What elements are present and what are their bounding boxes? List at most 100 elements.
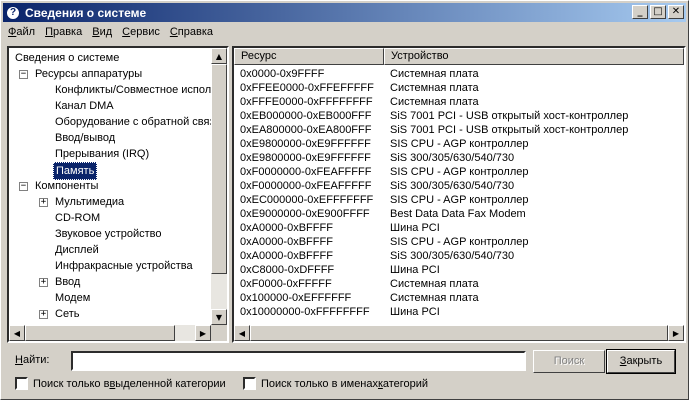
menu-help[interactable]: Справка bbox=[165, 26, 218, 38]
column-header-device[interactable]: Устройство bbox=[384, 48, 684, 65]
tree-item-label: Сведения о системе bbox=[15, 52, 120, 64]
list-hscroll-thumb[interactable] bbox=[250, 325, 668, 341]
tree-item-label: CD-ROM bbox=[55, 212, 101, 224]
find-input[interactable] bbox=[71, 351, 526, 371]
device-cell: SIS CPU - AGP контроллер bbox=[390, 236, 529, 248]
scroll-left-icon[interactable]: ◀ bbox=[9, 325, 25, 341]
tree-item[interactable]: − Ресурсы аппаратуры bbox=[9, 66, 211, 82]
scroll-left-icon[interactable]: ◀ bbox=[234, 325, 250, 341]
menu-view[interactable]: Вид bbox=[87, 26, 117, 38]
tree-item-label: Ввод bbox=[55, 276, 81, 288]
scroll-corner bbox=[211, 325, 227, 341]
resource-cell: 0xFFFE0000-0xFFFFFFFF bbox=[240, 96, 373, 108]
collapse-icon[interactable]: − bbox=[19, 182, 28, 191]
maximize-button[interactable]: □ bbox=[650, 5, 666, 19]
list-row[interactable]: 0xFFFE0000-0xFFFFFFFF Системная плата bbox=[234, 95, 684, 109]
collapse-icon[interactable]: − bbox=[19, 70, 28, 79]
expand-icon[interactable]: + bbox=[39, 198, 48, 207]
tree-item[interactable]: Конфликты/Совместное испол bbox=[9, 82, 211, 98]
resource-cell: 0xEA800000-0xEA800FFF bbox=[240, 124, 372, 136]
tree-item-label: Сеть bbox=[55, 308, 80, 320]
list-row[interactable]: 0xF0000000-0xFEAFFFFF SIS CPU - AGP контр… bbox=[234, 165, 684, 179]
option-selected-category[interactable]: Поиск только в в ыделенной категории bbox=[15, 377, 226, 390]
list-header: Ресурс Устройство bbox=[234, 48, 684, 65]
minimize-button[interactable]: _ bbox=[632, 5, 648, 19]
list-row[interactable]: 0xF0000-0xFFFFF Системная плата bbox=[234, 277, 684, 291]
tree-item[interactable]: Канал DMA bbox=[9, 98, 211, 114]
tree-viewport: Сведения о системе − Ресурсы аппаратуры Кон… bbox=[9, 48, 211, 325]
tree-item[interactable]: Инфракрасные устройства bbox=[9, 258, 211, 274]
resource-cell: 0xA0000-0xBFFFF bbox=[240, 222, 333, 234]
tree-item[interactable]: Сведения о системе bbox=[9, 50, 211, 66]
menu-file[interactable]: Файл bbox=[3, 26, 40, 38]
expand-icon[interactable]: + bbox=[39, 278, 48, 287]
tree-vertical-scrollbar[interactable]: ▲ ▼ bbox=[211, 48, 227, 325]
tree-item[interactable]: Память bbox=[9, 162, 211, 180]
device-cell: SIS CPU - AGP контроллер bbox=[390, 166, 529, 178]
resource-cell: 0xE9800000-0xE9FFFFFF bbox=[240, 152, 371, 164]
resource-cell: 0x100000-0xEFFFFFF bbox=[240, 292, 352, 304]
list-row[interactable]: 0xC8000-0xDFFFF Шина PCI bbox=[234, 263, 684, 277]
close-window-button[interactable]: ✕ bbox=[668, 5, 684, 19]
list-row[interactable]: 0xEC000000-0xEFFFFFFF SIS CPU - AGP контр… bbox=[234, 193, 684, 207]
tree-item[interactable]: Дисплей bbox=[9, 242, 211, 258]
list-row[interactable]: 0xE9800000-0xE9FFFFFF SiS 300/305/630/540… bbox=[234, 151, 684, 165]
resource-cell: 0xF0000000-0xFEAFFFFF bbox=[240, 166, 372, 178]
list-row[interactable]: 0x0000-0x9FFFF Системная плата bbox=[234, 67, 684, 81]
list-row[interactable]: 0xE9000000-0xE900FFFF Best Data Data Fax … bbox=[234, 207, 684, 221]
system-information-window: ? Сведения о системе _ □ ✕ Файл Правка В… bbox=[0, 0, 689, 400]
resource-cell: 0x0000-0x9FFFF bbox=[240, 68, 325, 80]
list-row[interactable]: 0xA0000-0xBFFFF Шина PCI bbox=[234, 221, 684, 235]
menu-tools[interactable]: Сервис bbox=[117, 26, 165, 38]
tree-hscroll-thumb[interactable] bbox=[25, 325, 175, 341]
close-button[interactable]: Закрыть bbox=[606, 349, 676, 374]
window-title: Сведения о системе bbox=[25, 5, 147, 20]
device-cell: Шина PCI bbox=[390, 222, 440, 234]
list-row[interactable]: 0xE9800000-0xE9FFFFFF SIS CPU - AGP контр… bbox=[234, 137, 684, 151]
tree-item[interactable]: Ввод/вывод bbox=[9, 130, 211, 146]
tree-item-label: Компоненты bbox=[35, 180, 99, 192]
tree-item[interactable]: + Мультимедиа bbox=[9, 194, 211, 210]
expand-icon[interactable]: + bbox=[39, 310, 48, 319]
scroll-down-icon[interactable]: ▼ bbox=[211, 309, 227, 325]
tree-item-label: Оборудование с обратной связ bbox=[55, 116, 211, 128]
device-cell: SiS 300/305/630/540/730 bbox=[390, 180, 515, 192]
scroll-up-icon[interactable]: ▲ bbox=[211, 48, 227, 64]
tree-item[interactable]: Звуковое устройство bbox=[9, 226, 211, 242]
search-button[interactable]: Поиск bbox=[533, 350, 605, 373]
list-row[interactable]: 0x10000000-0xFFFFFFFF Шина PCI bbox=[234, 305, 684, 319]
list-row[interactable]: 0xA0000-0xBFFFF SIS CPU - AGP контроллер bbox=[234, 235, 684, 249]
find-label: Найти: bbox=[15, 354, 50, 366]
resource-cell: 0xA0000-0xBFFFF bbox=[240, 250, 333, 262]
tree-horizontal-scrollbar[interactable]: ◀ ▶ bbox=[9, 325, 211, 341]
tree-item[interactable]: + Ввод bbox=[9, 274, 211, 290]
list-row[interactable]: 0xF0000000-0xFEAFFFFF SiS 300/305/630/540… bbox=[234, 179, 684, 193]
tree-item[interactable]: − Компоненты bbox=[9, 178, 211, 194]
list-row[interactable]: 0xEA800000-0xEA800FFF SiS 7001 PCI - USB … bbox=[234, 123, 684, 137]
list-row[interactable]: 0xEB000000-0xEB000FFF SiS 7001 PCI - USB … bbox=[234, 109, 684, 123]
tree-item-label: Канал DMA bbox=[55, 100, 114, 112]
category-tree[interactable]: Сведения о системе − Ресурсы аппаратуры Кон… bbox=[7, 46, 229, 343]
scroll-right-icon[interactable]: ▶ bbox=[668, 325, 684, 341]
list-row[interactable]: 0xA0000-0xBFFFF SiS 300/305/630/540/730 bbox=[234, 249, 684, 263]
column-header-resource[interactable]: Ресурс bbox=[234, 48, 384, 65]
selected-category-checkbox[interactable] bbox=[15, 377, 28, 390]
device-cell: Best Data Data Fax Modem bbox=[390, 208, 526, 220]
tree-vscroll-thumb[interactable] bbox=[211, 64, 227, 274]
scroll-right-icon[interactable]: ▶ bbox=[195, 325, 211, 341]
tree-item[interactable]: Оборудование с обратной связ bbox=[9, 114, 211, 130]
device-cell: SIS CPU - AGP контроллер bbox=[390, 138, 529, 150]
tree-item[interactable]: + Сеть bbox=[9, 306, 211, 322]
resource-list[interactable]: Ресурс Устройство 0x0000-0x9FFFF Системна… bbox=[232, 46, 686, 343]
menu-edit[interactable]: Правка bbox=[40, 26, 87, 38]
title-bar[interactable]: ? Сведения о системе _ □ ✕ bbox=[3, 3, 686, 22]
list-row[interactable]: 0x100000-0xEFFFFFF Системная плата bbox=[234, 291, 684, 305]
option-category-names[interactable]: Поиск только в именах к атегорий bbox=[243, 377, 428, 390]
category-names-checkbox[interactable] bbox=[243, 377, 256, 390]
tree-item[interactable]: CD-ROM bbox=[9, 210, 211, 226]
list-row[interactable]: 0xFFEE0000-0xFFEFFFFF Системная плата bbox=[234, 81, 684, 95]
list-horizontal-scrollbar[interactable]: ◀ ▶ bbox=[234, 325, 684, 341]
tree-item-label: Мультимедиа bbox=[55, 196, 125, 208]
tree-item[interactable]: Модем bbox=[9, 290, 211, 306]
tree-item[interactable]: Прерывания (IRQ) bbox=[9, 146, 211, 162]
